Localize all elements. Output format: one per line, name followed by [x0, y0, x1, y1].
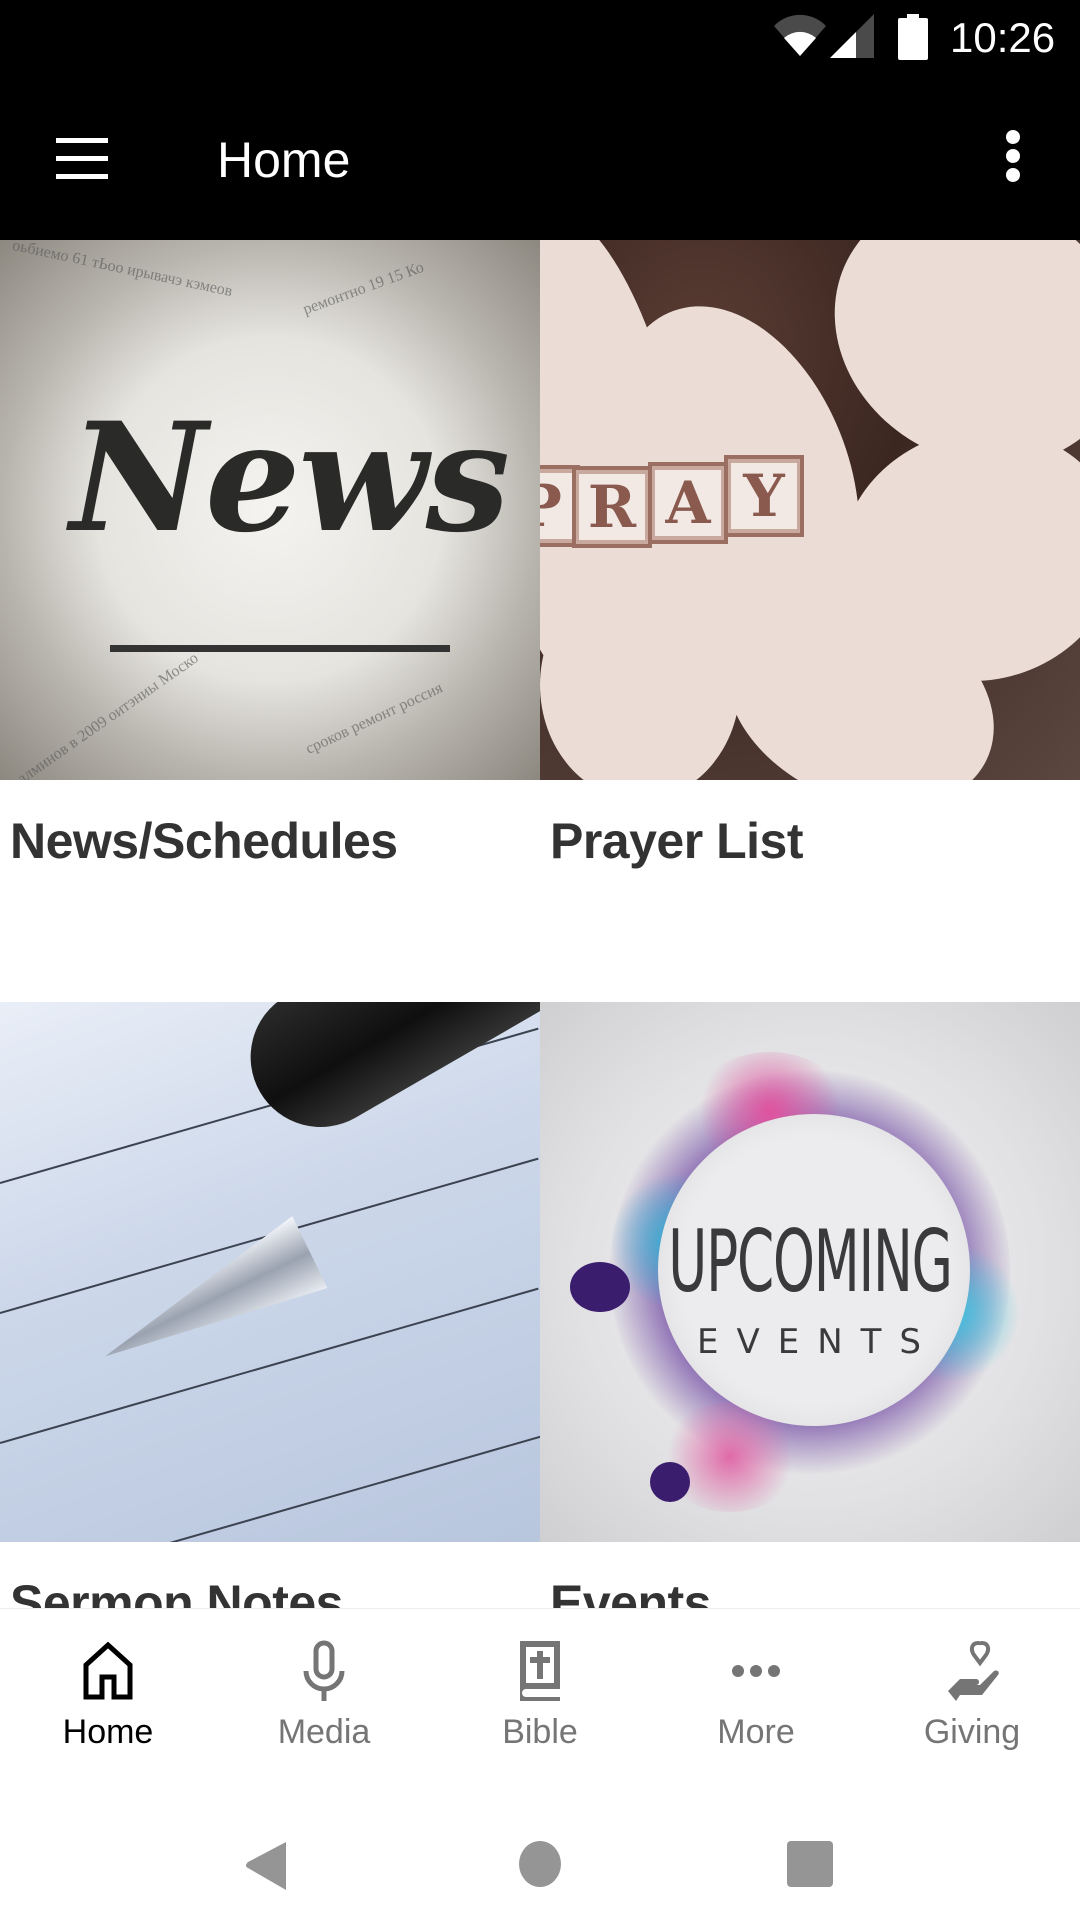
nav-giving[interactable]: Giving [864, 1609, 1080, 1760]
tile-label: News/Schedules [10, 813, 398, 869]
tile-label: Prayer List [550, 813, 803, 869]
news-image-text: News [70, 390, 510, 566]
more-vert-icon [1006, 130, 1020, 144]
home-icon [83, 1641, 133, 1700]
prayer-image: P R A Y [540, 240, 1080, 780]
wifi-icon [774, 14, 826, 57]
clock: 10:26 [950, 14, 1056, 61]
app-bar: Home [0, 80, 1080, 240]
battery-icon [898, 14, 928, 60]
system-navigation-bar [0, 1760, 1080, 1920]
more-horiz-icon [732, 1665, 780, 1677]
tile-prayer-list[interactable]: P R A Y Prayer List [540, 240, 1080, 1002]
nav-label: Giving [923, 1713, 1021, 1751]
tile-events[interactable]: UPCOMING EVENTS Events [540, 1002, 1080, 1608]
tile-label: Events [550, 1575, 711, 1608]
news-image: оьбиемо 61 тЬоо ирывачэ кэмеов ремонтно … [0, 240, 540, 780]
giving-hand-heart-icon [948, 1640, 999, 1701]
nav-label: Media [277, 1713, 371, 1751]
page-title: Home [217, 132, 351, 188]
tile-sermon-notes[interactable]: Sermon Notes [0, 1002, 540, 1608]
nav-media[interactable]: Media [216, 1609, 432, 1760]
nav-home[interactable]: Home [0, 1609, 216, 1760]
home-system-icon[interactable] [518, 1840, 562, 1888]
tile-news-schedules[interactable]: оьбиемо 61 тЬоо ирывачэ кэмеов ремонтно … [0, 240, 540, 1002]
nav-label: Home [62, 1713, 154, 1751]
bottom-navigation: Home Media Bible More Giving [0, 1608, 1080, 1760]
cell-signal-icon [830, 14, 874, 58]
events-image: UPCOMING EVENTS [540, 1002, 1080, 1542]
hamburger-menu-button[interactable] [52, 132, 112, 184]
nav-label: More [717, 1713, 795, 1751]
status-bar: 10:26 [0, 0, 1080, 80]
events-image-title: UPCOMING [668, 1212, 953, 1312]
nav-label: Bible [502, 1713, 578, 1751]
recents-icon[interactable] [786, 1840, 834, 1888]
sermon-notes-image [0, 1002, 540, 1542]
nav-bible[interactable]: Bible [432, 1609, 648, 1760]
home-tile-grid: оьбиемо 61 тЬоо ирывачэ кэмеов ремонтно … [0, 240, 1080, 1608]
tile-label: Sermon Notes [10, 1575, 343, 1608]
overflow-menu-button[interactable] [996, 126, 1032, 186]
nav-more[interactable]: More [648, 1609, 864, 1760]
bible-icon [520, 1641, 560, 1701]
microphone-icon [303, 1640, 345, 1701]
events-image-subtitle: EVENTS [696, 1322, 939, 1362]
back-icon[interactable] [244, 1840, 290, 1892]
hamburger-menu-icon [56, 138, 108, 143]
